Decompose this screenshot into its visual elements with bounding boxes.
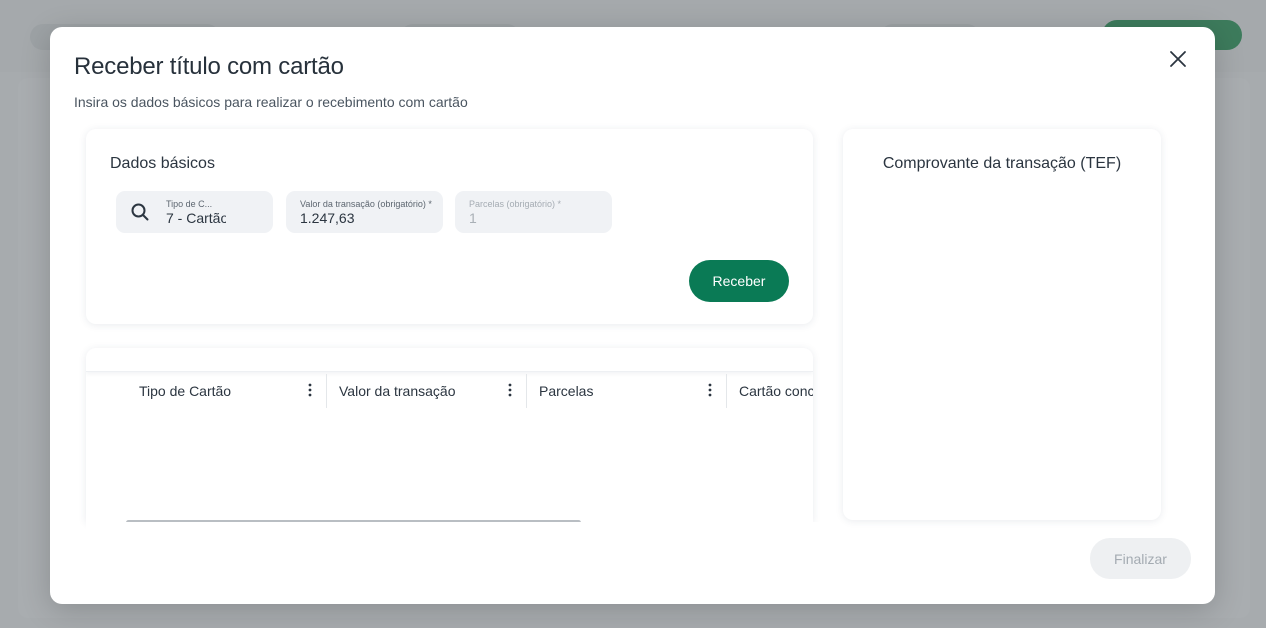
close-button[interactable] [1166, 47, 1190, 71]
column-menu-icon[interactable] [708, 383, 712, 397]
column-header-installments[interactable]: Parcelas [527, 374, 727, 408]
installments-value[interactable]: 1 [469, 210, 477, 226]
transactions-table: Tipo de Cartão Valor da transação Parcel… [86, 348, 813, 522]
column-menu-icon[interactable] [308, 383, 312, 397]
content-divider [86, 522, 1186, 532]
transaction-amount-value[interactable]: 1.247,63 [300, 210, 355, 226]
close-icon [1170, 51, 1186, 67]
column-header-label: Cartão conciliado [739, 383, 813, 399]
tef-receipt-title: Comprovante da transação (TEF) [882, 155, 1122, 172]
modal-title: Receber título com cartão [74, 53, 344, 80]
transaction-amount-field[interactable]: Valor da transação (obrigatório) * 1.247… [286, 191, 443, 233]
card-type-value[interactable]: 7 - Cartão [166, 210, 226, 226]
column-header-card-type[interactable]: Tipo de Cartão [127, 374, 327, 408]
basic-data-card: Dados básicos Tipo de C... 7 - Cartão Va… [86, 129, 813, 324]
finish-button[interactable]: Finalizar [1090, 538, 1191, 579]
column-header-transaction-amount[interactable]: Valor da transação [327, 374, 527, 408]
modal-subtitle: Insira os dados básicos para realizar o … [74, 94, 468, 110]
column-header-label: Tipo de Cartão [139, 383, 232, 399]
column-menu-icon[interactable] [508, 383, 512, 397]
table-header: Tipo de Cartão Valor da transação Parcel… [86, 374, 813, 408]
receive-card-modal: Receber título com cartão Insira os dado… [50, 27, 1215, 604]
column-header-label: Valor da transação [339, 383, 456, 399]
installments-field[interactable]: Parcelas (obrigatório) * 1 [455, 191, 612, 233]
column-header-reconciled-card[interactable]: Cartão conciliado [727, 374, 813, 408]
installments-label: Parcelas (obrigatório) * [469, 199, 562, 209]
column-header-label: Parcelas [539, 383, 594, 399]
table-toolbar [86, 348, 813, 372]
basic-data-title: Dados básicos [110, 155, 215, 172]
card-type-label: Tipo de C... [166, 199, 213, 209]
card-type-field[interactable]: Tipo de C... 7 - Cartão [116, 191, 273, 233]
tef-receipt-card: Comprovante da transação (TEF) [843, 129, 1161, 520]
search-icon[interactable] [130, 202, 150, 222]
receive-button[interactable]: Receber [689, 260, 789, 302]
transaction-amount-label: Valor da transação (obrigatório) * [300, 199, 432, 209]
